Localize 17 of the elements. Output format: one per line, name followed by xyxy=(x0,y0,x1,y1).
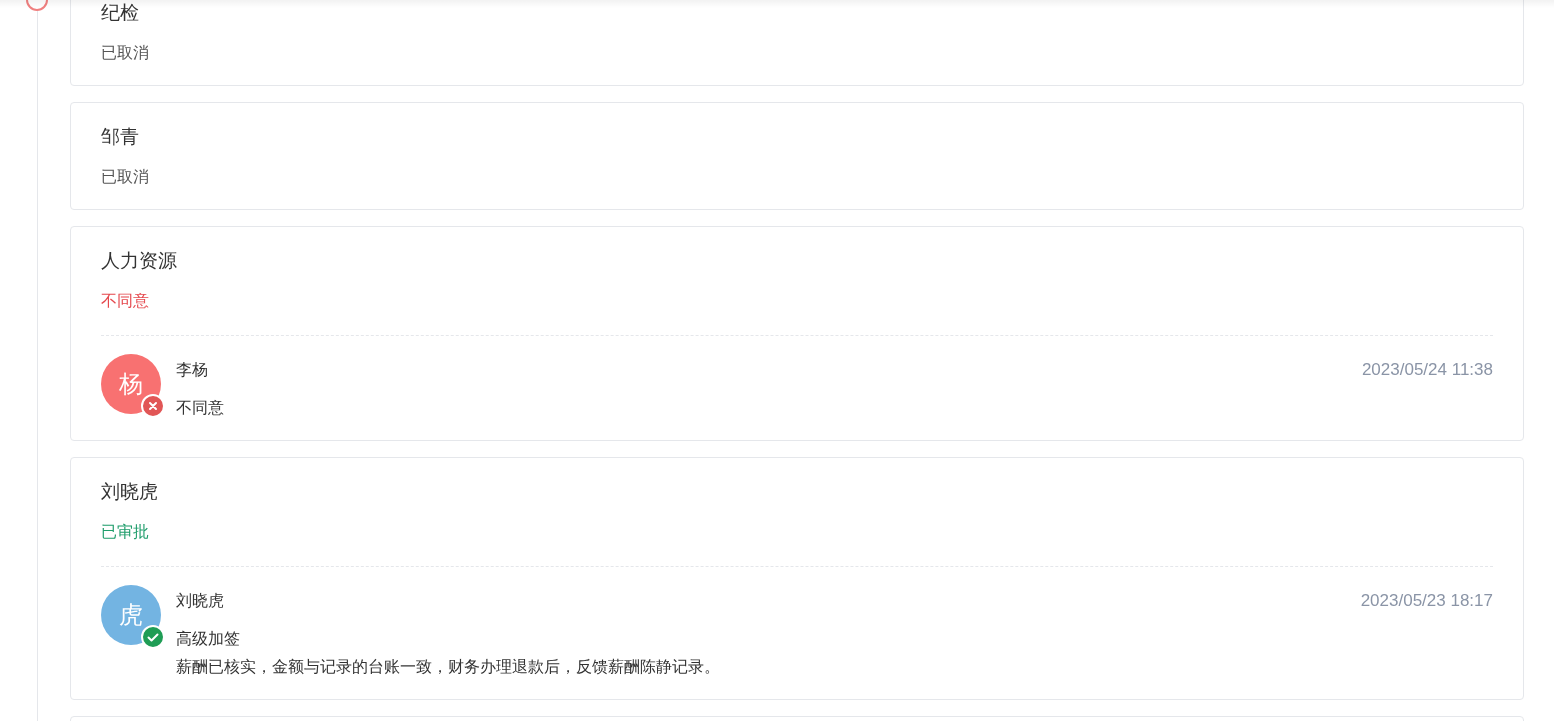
approval-action: 高级加签 xyxy=(176,629,241,649)
step-name: 刘晓虎 xyxy=(101,480,159,504)
avatar: 虎 xyxy=(101,585,161,645)
step-status: 已取消 xyxy=(101,43,150,63)
approver-name: 李杨 xyxy=(176,360,209,380)
step-status: 已审批 xyxy=(101,522,150,542)
step-name: 纪检 xyxy=(101,1,140,25)
approval-time: 2023/05/23 18:17 xyxy=(1360,590,1493,612)
step-status: 已取消 xyxy=(101,167,150,187)
avatar: 杨 xyxy=(101,354,161,414)
step-name: 人力资源 xyxy=(101,249,178,273)
step-name: 邹青 xyxy=(101,125,140,149)
approval-time: 2023/05/24 11:38 xyxy=(1361,359,1493,381)
approver-name: 刘晓虎 xyxy=(176,591,225,611)
step-status: 不同意 xyxy=(101,291,150,311)
approval-comment: 薪酬已核实，金额与记录的台账一致，财务办理退款后，反馈薪酬陈静记录。 xyxy=(176,657,721,677)
approval-action: 不同意 xyxy=(176,398,225,418)
